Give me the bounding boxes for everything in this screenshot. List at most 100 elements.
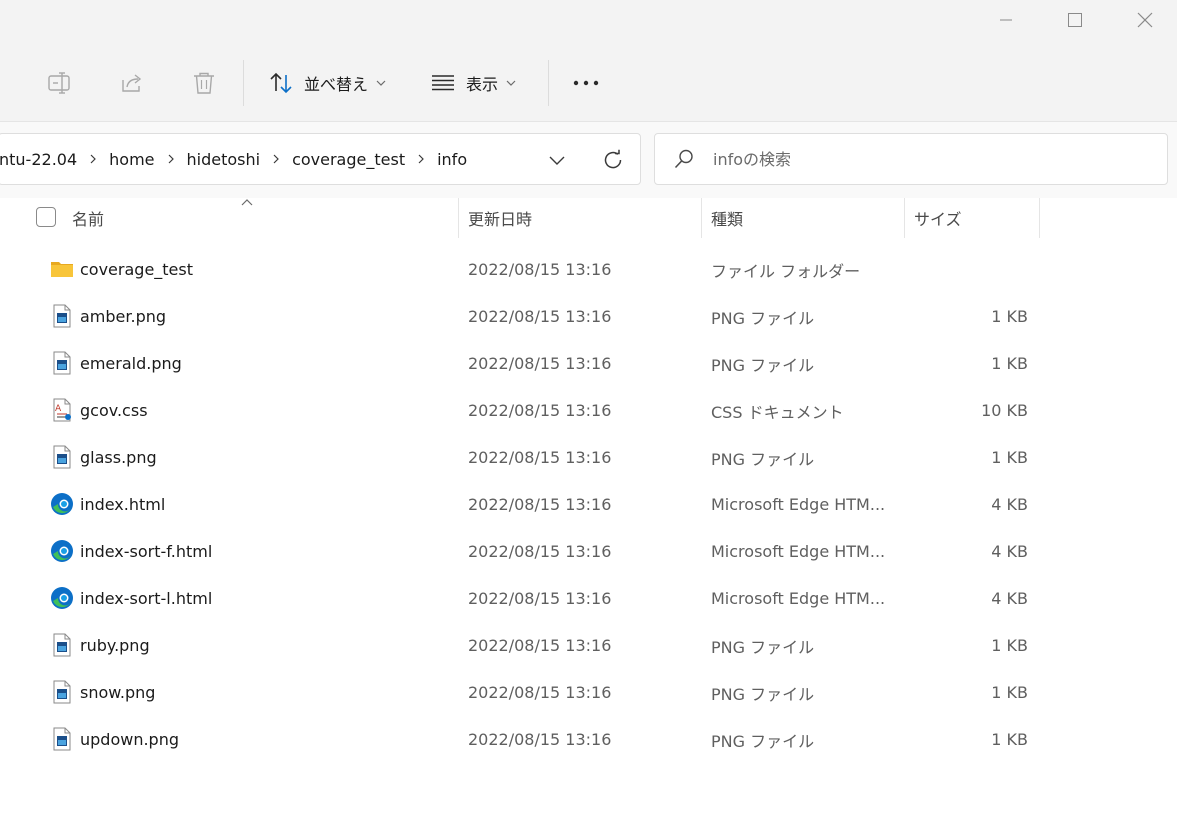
column-name-label: 名前 [72, 210, 105, 229]
file-type: PNG ファイル [711, 731, 815, 751]
file-type: Microsoft Edge HTM... [711, 495, 886, 514]
select-all-checkbox[interactable] [36, 207, 56, 227]
view-list-icon [432, 75, 454, 91]
column-size[interactable]: サイズ [914, 198, 962, 238]
column-divider[interactable] [458, 198, 459, 238]
file-row[interactable]: ruby.png 2022/08/15 13:16 PNG ファイル 1 KB [0, 622, 1177, 669]
edge-icon [50, 492, 74, 516]
file-size: 4 KB [991, 542, 1028, 561]
file-list: coverage_test 2022/08/15 13:16 ファイル フォルダー a… [0, 246, 1177, 763]
close-button[interactable] [1110, 0, 1177, 40]
column-date-label: 更新日時 [468, 210, 533, 229]
file-row[interactable]: index-sort-f.html 2022/08/15 13:16 Microso… [0, 528, 1177, 575]
file-row[interactable]: updown.png 2022/08/15 13:16 PNG ファイル 1 KB [0, 716, 1177, 763]
column-type[interactable]: 種類 [711, 198, 743, 238]
file-size: 1 KB [991, 683, 1028, 702]
trash-icon [194, 72, 214, 94]
view-button-label: 表示 [466, 75, 499, 94]
refresh-button[interactable] [596, 143, 630, 177]
more-icon [573, 80, 599, 86]
file-name: ruby.png [80, 636, 150, 655]
file-size: 1 KB [991, 448, 1028, 467]
chevron-down-icon [506, 80, 516, 86]
sort-ascending-icon [241, 199, 253, 206]
maximize-button[interactable] [1040, 0, 1110, 40]
column-header: 名前 更新日時 種類 サイズ [0, 198, 1177, 238]
file-size: 4 KB [991, 495, 1028, 514]
minimize-button[interactable] [971, 0, 1041, 40]
file-size: 10 KB [981, 401, 1028, 420]
breadcrumb-item-current[interactable]: info [437, 150, 467, 169]
column-divider[interactable] [904, 198, 905, 238]
file-date: 2022/08/15 13:16 [468, 495, 612, 514]
column-divider[interactable] [701, 198, 702, 238]
png-file-icon [50, 680, 74, 704]
file-type: ファイル フォルダー [711, 261, 861, 281]
rename-button[interactable] [42, 66, 78, 100]
sort-button[interactable]: 並べ替え [268, 64, 386, 102]
svg-text:A: A [55, 404, 62, 414]
png-file-icon [50, 633, 74, 657]
edge-icon [50, 586, 74, 610]
file-size: 1 KB [991, 307, 1028, 326]
file-date: 2022/08/15 13:16 [468, 636, 612, 655]
edge-icon [50, 539, 74, 563]
chevron-right-icon[interactable] [167, 153, 175, 165]
share-icon [122, 74, 142, 92]
file-type: PNG ファイル [711, 449, 815, 469]
file-size: 1 KB [991, 730, 1028, 749]
file-name: index-sort-f.html [80, 542, 213, 561]
view-button[interactable]: 表示 [430, 64, 516, 102]
column-date[interactable]: 更新日時 [468, 198, 532, 238]
file-row[interactable]: index-sort-l.html 2022/08/15 13:16 Microso… [0, 575, 1177, 622]
file-row[interactable]: emerald.png 2022/08/15 13:16 PNG ファイル 1 KB [0, 340, 1177, 387]
toolbar-divider [243, 60, 244, 106]
file-row[interactable]: amber.png 2022/08/15 13:16 PNG ファイル 1 KB [0, 293, 1177, 340]
file-name: index-sort-l.html [80, 589, 213, 608]
png-file-icon [50, 727, 74, 751]
file-date: 2022/08/15 13:16 [468, 730, 612, 749]
address-bar[interactable]: ntu-22.04 home hidetoshi coverage_test i… [0, 133, 641, 185]
file-row[interactable]: index.html 2022/08/15 13:16 Microsoft Edge… [0, 481, 1177, 528]
file-row[interactable]: coverage_test 2022/08/15 13:16 ファイル フォルダー [0, 246, 1177, 293]
search-input[interactable] [713, 146, 1153, 172]
chevron-right-icon[interactable] [272, 153, 280, 165]
file-name: updown.png [80, 730, 180, 749]
file-name: index.html [80, 495, 166, 514]
breadcrumb: ntu-22.04 home hidetoshi coverage_test i… [0, 134, 467, 184]
maximize-icon [1068, 13, 1082, 27]
folder-icon [50, 257, 74, 281]
png-file-icon [50, 304, 74, 328]
file-name: gcov.css [80, 401, 148, 420]
breadcrumb-item[interactable]: home [109, 150, 154, 169]
address-history-button[interactable] [540, 143, 574, 177]
file-size: 4 KB [991, 589, 1028, 608]
file-date: 2022/08/15 13:16 [468, 401, 612, 420]
file-size: 1 KB [991, 636, 1028, 655]
more-options-button[interactable] [568, 66, 604, 100]
column-divider[interactable] [1039, 198, 1040, 238]
navigation-bar: ntu-22.04 home hidetoshi coverage_test i… [0, 122, 1177, 198]
delete-button[interactable] [186, 66, 222, 100]
file-row[interactable]: snow.png 2022/08/15 13:16 PNG ファイル 1 KB [0, 669, 1177, 716]
file-row[interactable]: glass.png 2022/08/15 13:16 PNG ファイル 1 KB [0, 434, 1177, 481]
breadcrumb-item[interactable]: hidetoshi [187, 150, 261, 169]
breadcrumb-item[interactable]: ntu-22.04 [0, 150, 77, 169]
breadcrumb-item[interactable]: coverage_test [292, 150, 405, 169]
file-date: 2022/08/15 13:16 [468, 354, 612, 373]
column-name[interactable]: 名前 [72, 198, 104, 238]
file-type: PNG ファイル [711, 637, 815, 657]
close-icon [1137, 12, 1153, 28]
toolbar-divider [548, 60, 549, 106]
chevron-down-icon [549, 156, 565, 165]
file-name: snow.png [80, 683, 156, 702]
file-type: PNG ファイル [711, 355, 815, 375]
chevron-right-icon[interactable] [417, 153, 425, 165]
file-name: glass.png [80, 448, 157, 467]
chevron-down-icon [376, 80, 386, 86]
sort-icon [270, 72, 292, 94]
chevron-right-icon[interactable] [89, 153, 97, 165]
file-row[interactable]: Agcov.css 2022/08/15 13:16 CSS ドキュメント 10 KB [0, 387, 1177, 434]
share-button[interactable] [114, 66, 150, 100]
search-box[interactable] [654, 133, 1168, 185]
